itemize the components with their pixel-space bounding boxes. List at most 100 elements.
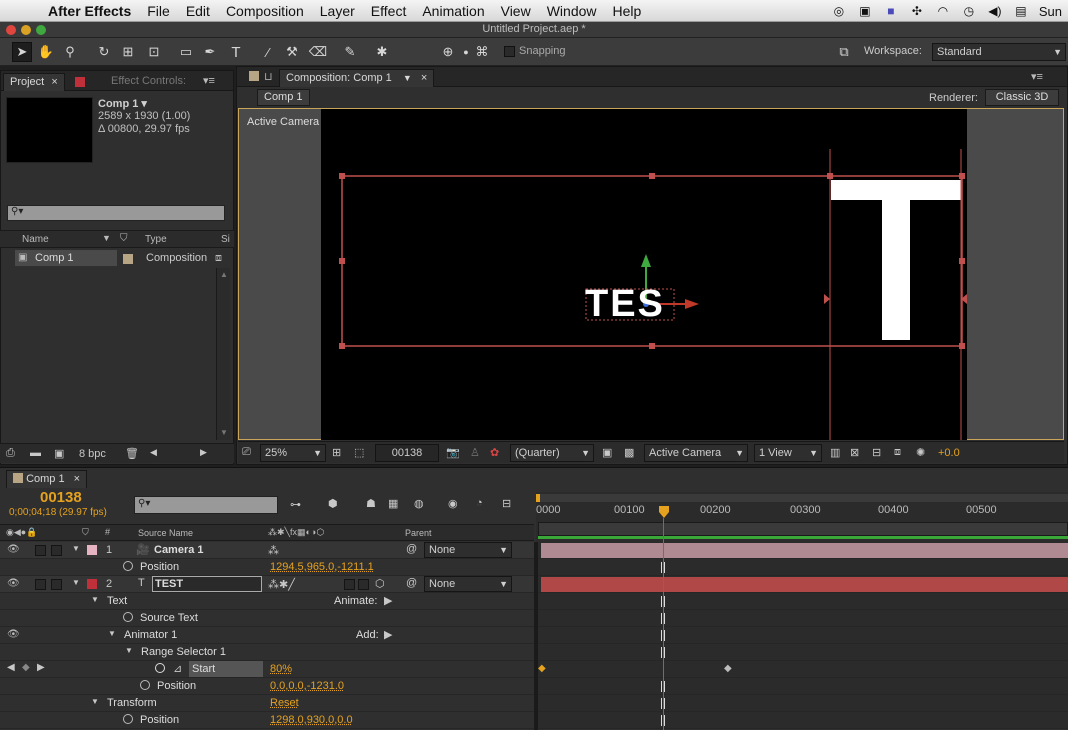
battery-icon[interactable]: ▤ bbox=[1013, 4, 1029, 18]
show-snapshot-icon[interactable]: ♙ bbox=[470, 446, 480, 459]
3d-layer-icon[interactable]: ⬡ bbox=[375, 577, 385, 590]
stopwatch-icon[interactable] bbox=[140, 680, 154, 692]
transparency-grid-icon[interactable]: ▩ bbox=[624, 446, 634, 459]
project-row-comp1[interactable]: ▣ Comp 1 bbox=[15, 250, 117, 266]
reset-exposure-icon[interactable]: ✺ bbox=[916, 446, 925, 459]
shy-layers-icon[interactable]: ☗ bbox=[366, 497, 376, 510]
graph-editor-icon[interactable]: ⊟ bbox=[502, 497, 511, 510]
menu-view[interactable]: View bbox=[493, 3, 539, 19]
scroll-up-icon[interactable]: ▲ bbox=[220, 270, 228, 279]
track-source-text[interactable] bbox=[538, 610, 1068, 627]
app-tray-icon[interactable]: ■ bbox=[883, 4, 899, 18]
roto-brush-tool-icon[interactable]: ✎ bbox=[340, 42, 360, 62]
close-tab-icon[interactable]: × bbox=[421, 72, 427, 84]
time-machine-icon[interactable]: ◷ bbox=[961, 4, 977, 18]
layer-switches-icon[interactable]: ⁂✱╱ bbox=[268, 578, 295, 591]
menu-app[interactable]: After Effects bbox=[36, 3, 139, 19]
add-menu-icon[interactable]: ▶ bbox=[384, 628, 392, 641]
rectangle-tool-icon[interactable]: ▭ bbox=[176, 42, 196, 62]
prop-value-start[interactable]: 80% bbox=[270, 663, 292, 675]
layer-name-text[interactable]: TEST bbox=[152, 576, 262, 592]
label-color-swatch[interactable] bbox=[123, 254, 133, 264]
eye-icon[interactable]: 👁 bbox=[7, 629, 20, 640]
channel-icon[interactable]: ✿ bbox=[490, 446, 499, 459]
lock-switch[interactable] bbox=[51, 545, 62, 556]
screen-share-icon[interactable]: ▣ bbox=[857, 4, 873, 18]
lock-switch[interactable] bbox=[51, 579, 62, 590]
flowchart-icon[interactable]: ⧈ bbox=[894, 446, 901, 459]
expand-triangle-icon[interactable]: ▼ bbox=[125, 646, 133, 655]
work-area-bar[interactable] bbox=[536, 494, 1068, 502]
canvas-text-layer[interactable]: TES bbox=[585, 282, 665, 326]
panel-menu-icon[interactable]: ▾≡ bbox=[1031, 70, 1043, 83]
brush-tool-icon[interactable]: ⁄ bbox=[258, 42, 278, 62]
expand-triangle-icon[interactable]: ▼ bbox=[72, 578, 80, 587]
column-parent[interactable]: Parent bbox=[405, 528, 432, 538]
camera-dropdown[interactable]: Active Camera ▼ bbox=[644, 444, 748, 462]
solo-switch[interactable] bbox=[35, 545, 46, 556]
menu-composition[interactable]: Composition bbox=[218, 3, 312, 19]
prop-row-animator[interactable]: 👁 ▼ Animator 1 Add: ▶ bbox=[0, 627, 534, 644]
time-ruler[interactable]: 0000 00100 00200 00300 00400 00500 bbox=[536, 492, 1068, 542]
sort-chevron-icon[interactable]: ▼ bbox=[102, 233, 111, 243]
track-text-group[interactable] bbox=[538, 593, 1068, 610]
eye-icon[interactable]: 👁 bbox=[7, 578, 20, 589]
fast-previews-icon[interactable]: ▣ bbox=[602, 446, 612, 459]
timeline-search-input[interactable]: ⚲▾ bbox=[134, 496, 278, 514]
time-navigator[interactable] bbox=[538, 522, 1068, 536]
track-animator[interactable] bbox=[538, 627, 1068, 644]
layer-label-color[interactable] bbox=[87, 545, 97, 555]
prop-row-camera-position[interactable]: Position 1294.5,965.0,-1211.1 bbox=[0, 559, 534, 576]
current-time-indicator[interactable] bbox=[659, 506, 669, 518]
current-time-field[interactable]: 00138 bbox=[375, 444, 439, 462]
expand-triangle-icon[interactable]: ▼ bbox=[72, 544, 80, 553]
prop-value-camera-position[interactable]: 1294.5,965.0,-1211.1 bbox=[270, 561, 374, 573]
creative-cloud-icon[interactable]: ◎ bbox=[831, 4, 847, 18]
snapshot-icon[interactable]: 📷 bbox=[446, 446, 460, 459]
render-icon[interactable]: ⊠ bbox=[850, 446, 859, 459]
brainstorm-icon[interactable]: ◉ bbox=[448, 497, 458, 510]
shy-switch-icon[interactable]: ⁂ bbox=[268, 544, 279, 557]
layer-name-camera[interactable]: Camera 1 bbox=[154, 544, 204, 556]
add-keyframe-icon[interactable]: ◆ bbox=[22, 662, 30, 673]
prop-row-range-selector[interactable]: ▼ Range Selector 1 bbox=[0, 644, 534, 661]
prop-row-source-text[interactable]: Source Text bbox=[0, 610, 534, 627]
lock-icon[interactable]: ⊔ bbox=[264, 70, 273, 83]
close-tab-icon[interactable]: × bbox=[51, 76, 57, 88]
bpc-label[interactable]: 8 bpc bbox=[79, 448, 106, 460]
track-transform[interactable] bbox=[538, 695, 1068, 712]
panel-menu-icon[interactable]: ▾≡ bbox=[203, 74, 215, 87]
text-layer-bar[interactable] bbox=[541, 577, 1068, 592]
pick-whip-icon[interactable]: @ bbox=[406, 577, 417, 589]
timeline-current-frame[interactable]: 00138 bbox=[40, 489, 82, 506]
column-name[interactable]: Name bbox=[22, 234, 49, 245]
always-preview-icon[interactable]: ⎚ bbox=[242, 446, 251, 459]
toggle-pixel-aspect-icon[interactable]: ▥ bbox=[830, 446, 840, 459]
hand-tool-icon[interactable]: ✋ bbox=[36, 42, 56, 62]
parent-dropdown-camera[interactable]: None ▼ bbox=[424, 542, 512, 558]
scroll-right-icon[interactable]: ▶ bbox=[200, 447, 207, 458]
stopwatch-active-icon[interactable] bbox=[155, 663, 169, 675]
animate-menu-icon[interactable]: ▶ bbox=[384, 594, 392, 607]
snapping-checkbox[interactable] bbox=[504, 46, 515, 57]
track-text[interactable] bbox=[538, 576, 1068, 593]
track-camera-position[interactable] bbox=[538, 559, 1068, 576]
stopwatch-icon[interactable] bbox=[123, 561, 137, 573]
local-axis-mode-icon[interactable]: ⊕ bbox=[438, 42, 458, 62]
frame-blending-icon[interactable]: ▦ bbox=[388, 497, 398, 510]
menu-window[interactable]: Window bbox=[539, 3, 605, 19]
menu-layer[interactable]: Layer bbox=[312, 3, 363, 19]
menu-edit[interactable]: Edit bbox=[178, 3, 218, 19]
keyframe-2-icon[interactable]: ◆ bbox=[724, 663, 732, 674]
stopwatch-icon[interactable] bbox=[123, 612, 137, 624]
prop-row-transform[interactable]: ▼ Transform Reset bbox=[0, 695, 534, 712]
prop-value-animator-position[interactable]: 0.0,0.0,-1231.0 bbox=[270, 680, 344, 692]
layer-row-camera[interactable]: 👁 ▼ 1 🎥 Camera 1 ⁂ @ None ▼ bbox=[0, 542, 534, 559]
renderer-button[interactable]: Classic 3D bbox=[985, 89, 1059, 106]
menu-animation[interactable]: Animation bbox=[414, 3, 492, 19]
prop-row-start[interactable]: ◀ ◆ ▶ ⊿ Start 80% bbox=[0, 661, 534, 678]
zoom-dropdown[interactable]: 25% ▼ bbox=[260, 444, 326, 462]
expand-triangle-icon[interactable]: ▼ bbox=[108, 629, 116, 638]
tab-project[interactable]: Project × bbox=[3, 73, 65, 91]
menu-file[interactable]: File bbox=[139, 3, 178, 19]
